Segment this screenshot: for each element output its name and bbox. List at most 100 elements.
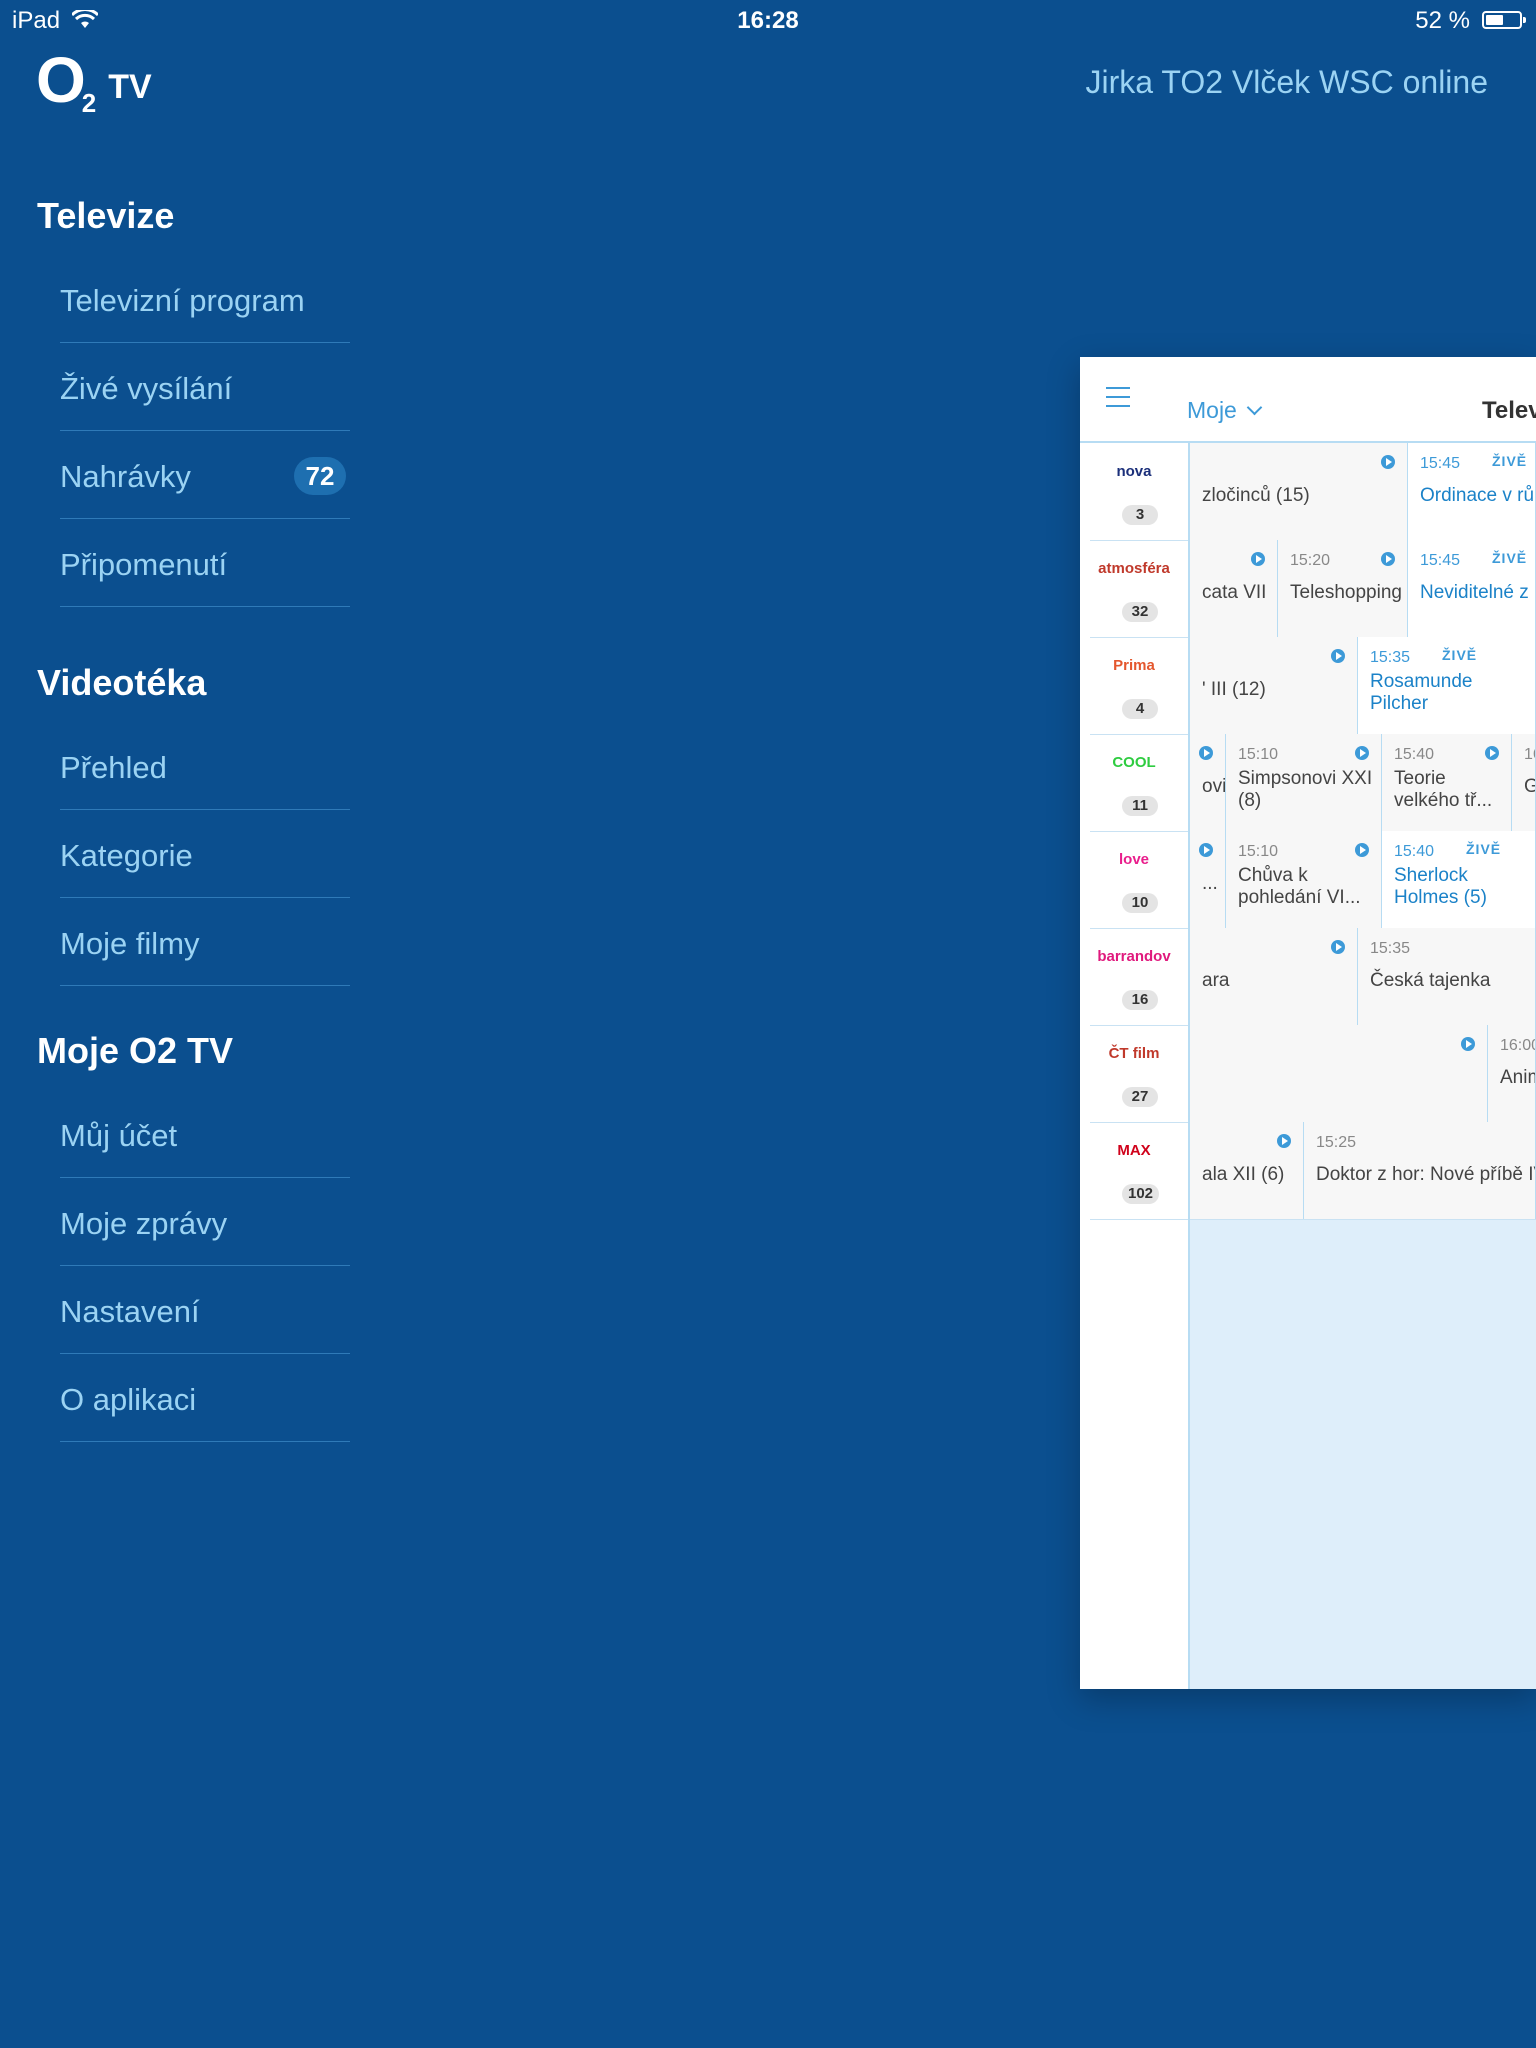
menu-item[interactable]: Můj účet <box>60 1090 350 1178</box>
chevron-down-icon <box>1246 399 1263 416</box>
menu-item-label: Nastavení <box>60 1294 200 1329</box>
program-cell[interactable] <box>1190 1025 1488 1122</box>
program-cell[interactable]: ovi <box>1190 734 1226 831</box>
play-icon[interactable] <box>1461 1037 1475 1051</box>
section-title: Videotéka <box>37 662 207 703</box>
program-title: G V <box>1524 776 1535 798</box>
program-row: ara 15:35 Česká tajenka <box>1190 928 1536 1026</box>
live-badge: ŽIVĚ <box>1442 647 1478 663</box>
program-time: 15:45 <box>1420 455 1461 472</box>
program-cell[interactable]: 15:40 ŽIVĚ Sherlock Holmes (5) <box>1382 831 1536 928</box>
program-cell[interactable]: cata VII <box>1190 540 1278 637</box>
channel-row[interactable]: ČT film 27 <box>1090 1025 1188 1123</box>
program-title: ara <box>1202 970 1230 991</box>
program-cell[interactable]: 15:35 Česká tajenka <box>1358 928 1536 1025</box>
app-preview[interactable]: Moje Telev nova 3 atmosféra 32 Prima 4 COOL 11 l… <box>1080 357 1536 1689</box>
program-time: 15:10 <box>1238 843 1279 860</box>
channel-row[interactable]: barrandov 16 <box>1090 928 1188 1026</box>
program-cell[interactable]: ... <box>1190 831 1226 928</box>
play-icon[interactable] <box>1355 746 1369 760</box>
program-time: 15:25 <box>1316 1134 1357 1151</box>
preview-title: Telev <box>1482 397 1536 424</box>
program-row: ala XII (6) 15:25 Doktor z hor: Nové příbě… <box>1190 1122 1536 1220</box>
channel-logo: nova <box>1116 463 1152 480</box>
program-time: 15:35 <box>1370 940 1411 957</box>
play-icon[interactable] <box>1381 455 1395 469</box>
o2-tv-logo[interactable]: O 2 TV <box>36 44 152 119</box>
menu-item[interactable]: Živé vysílání <box>60 343 350 431</box>
program-cell[interactable]: 15:20 Teleshopping <box>1278 540 1408 637</box>
count-badge: 72 <box>294 457 346 495</box>
program-cell[interactable]: 15:10 Chůva k pohledání VI... <box>1226 831 1382 928</box>
channel-number: 10 <box>1122 893 1158 913</box>
menu-item-label: Můj účet <box>60 1118 178 1153</box>
program-cell[interactable]: zločinců (15) <box>1190 443 1408 540</box>
menu-item[interactable]: Připomenutí <box>60 519 350 607</box>
channel-filter-dropdown[interactable]: Moje <box>1187 397 1263 424</box>
channel-row[interactable]: MAX 102 <box>1090 1122 1188 1220</box>
program-title: Česká tajenka <box>1370 970 1491 991</box>
play-icon[interactable] <box>1199 746 1213 760</box>
channel-row[interactable]: Prima 4 <box>1090 637 1188 735</box>
menu-item-label: Televizní program <box>60 283 305 318</box>
program-cell[interactable]: 15:25 Doktor z hor: Nové příbě IV (14) <box>1304 1122 1536 1219</box>
program-time: 16:00 <box>1500 1037 1535 1054</box>
status-bar: iPad 16:28 52 % <box>0 0 1536 40</box>
menu-item[interactable]: Nastavení <box>60 1266 350 1354</box>
program-cell[interactable]: 15:40 Teorie velkého tř... <box>1382 734 1512 831</box>
program-title: zločinců (15) <box>1202 485 1310 506</box>
program-cell[interactable]: 16 G V <box>1512 734 1536 831</box>
battery-icon <box>1482 11 1526 29</box>
play-icon[interactable] <box>1485 746 1499 760</box>
play-icon[interactable] <box>1251 552 1265 566</box>
program-cell[interactable]: 15:45 ŽIVĚ Neviditelné z <box>1408 540 1536 637</box>
program-cell[interactable]: 15:35 ŽIVĚ Rosamunde Pilcher <box>1358 637 1536 734</box>
program-cell[interactable]: ' III (12) <box>1190 637 1358 734</box>
play-icon[interactable] <box>1331 940 1345 954</box>
channel-number: 4 <box>1122 699 1158 719</box>
section-title: Televize <box>37 195 175 236</box>
program-cell[interactable]: 15:10 Simpsonovi XXI (8) <box>1226 734 1382 831</box>
menu-item-label: Kategorie <box>60 838 193 873</box>
channel-row[interactable]: COOL 11 <box>1090 734 1188 832</box>
program-title: ' III (12) <box>1202 679 1266 700</box>
menu-item[interactable]: Přehled <box>60 722 350 810</box>
program-title: Chůva k pohledání VI... <box>1238 865 1361 908</box>
program-cell[interactable]: ara <box>1190 928 1358 1025</box>
channel-row[interactable]: nova 3 <box>1090 443 1188 541</box>
channel-number: 3 <box>1122 505 1158 525</box>
program-grid: zločinců (15) 15:45 ŽIVĚ Ordinace v rů cata … <box>1190 443 1536 1689</box>
menu-item[interactable]: Kategorie <box>60 810 350 898</box>
channel-logo: ČT film <box>1108 1045 1160 1062</box>
menu-item[interactable]: O aplikaci <box>60 1354 350 1442</box>
live-badge: ŽIVĚ <box>1492 550 1528 566</box>
play-icon[interactable] <box>1277 1134 1291 1148</box>
hamburger-icon[interactable] <box>1106 387 1130 407</box>
menu-item[interactable]: Televizní program <box>60 255 350 343</box>
play-icon[interactable] <box>1331 649 1345 663</box>
program-row: ... 15:10 Chůva k pohledání VI... 15:40 ŽIVĚ… <box>1190 831 1536 929</box>
program-title: ala XII (6) <box>1202 1164 1285 1185</box>
channel-number: 27 <box>1122 1087 1158 1107</box>
program-cell[interactable]: 16:00 Anim <box>1488 1025 1536 1122</box>
channel-logo: MAX <box>1117 1142 1151 1159</box>
menu-item[interactable]: Moje zprávy <box>60 1178 350 1266</box>
channel-number: 102 <box>1122 1184 1160 1204</box>
channel-number: 16 <box>1122 990 1158 1010</box>
play-icon[interactable] <box>1199 843 1213 857</box>
menu-item[interactable]: Moje filmy <box>60 898 350 986</box>
program-title: Rosamunde Pilcher <box>1370 671 1473 714</box>
channel-row[interactable]: love 10 <box>1090 831 1188 929</box>
menu-item[interactable]: Nahrávky 72 <box>60 431 350 519</box>
channel-row[interactable]: atmosféra 32 <box>1090 540 1188 638</box>
program-cell[interactable]: ala XII (6) <box>1190 1122 1304 1219</box>
channel-number: 11 <box>1122 796 1158 816</box>
program-cell[interactable]: 15:45 ŽIVĚ Ordinace v rů <box>1408 443 1536 540</box>
play-icon[interactable] <box>1381 552 1395 566</box>
program-time: 15:45 <box>1420 552 1461 569</box>
live-badge: ŽIVĚ <box>1466 841 1502 857</box>
program-row: ' III (12) 15:35 ŽIVĚ Rosamunde Pilcher <box>1190 637 1536 735</box>
user-name[interactable]: Jirka TO2 Vlček WSC online <box>1085 64 1488 101</box>
channel-column: nova 3 atmosféra 32 Prima 4 COOL 11 love 10 barran… <box>1080 443 1190 1689</box>
play-icon[interactable] <box>1355 843 1369 857</box>
